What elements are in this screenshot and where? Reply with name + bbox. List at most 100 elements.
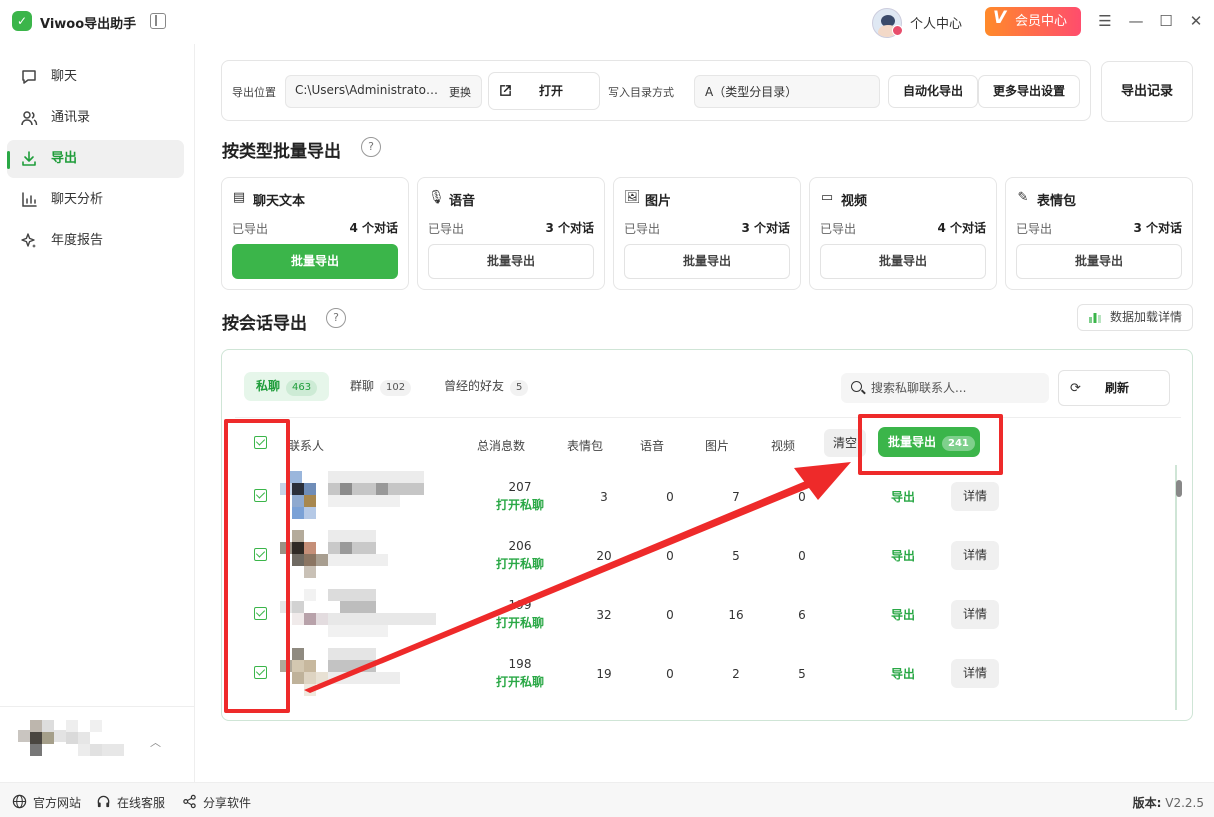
sidebar-item-label: 年度报告 (51, 233, 104, 248)
row-details-button[interactable]: 详情 (951, 600, 999, 629)
magic-wand-icon: ✎ (1017, 190, 1029, 205)
total-messages-value: 199 (508, 598, 532, 612)
card-title: 视频 (841, 194, 868, 209)
export-path-value: C:\Users\Administrator\Documents (295, 83, 440, 97)
more-export-settings-button[interactable]: 更多导出设置 (978, 75, 1080, 108)
refresh-icon: ⟳ (1070, 381, 1081, 396)
external-link-icon (500, 85, 511, 96)
signal-bars-icon (1089, 313, 1101, 323)
tab-private-chat[interactable]: 私聊 463 (244, 372, 330, 401)
batch-export-voice-button[interactable]: 批量导出 (428, 244, 594, 279)
voice-value: 0 (666, 667, 674, 681)
export-row-button[interactable]: 导出 (883, 606, 923, 623)
card-count: 4 个对话 (349, 221, 398, 235)
change-path-button[interactable]: 更换 (449, 84, 471, 100)
card-count: 3 个对话 (741, 221, 790, 235)
official-site-link[interactable]: 官方网站 (33, 794, 81, 811)
contacts-icon (21, 111, 38, 126)
open-chat-link[interactable]: 打开私聊 (490, 496, 550, 513)
chat-bubble-icon (22, 70, 36, 84)
batch-export-text-button[interactable]: 批量导出 (232, 244, 398, 279)
microphone-icon: 🎙 (428, 190, 445, 205)
stickers-value: 19 (596, 667, 612, 681)
tab-label: 群聊 (350, 379, 375, 393)
card-exported-label: 已导出 (624, 222, 661, 236)
download-icon (22, 151, 36, 166)
video-value: 0 (798, 549, 806, 563)
contact-search-input[interactable]: 搜索私聊联系人... (841, 373, 1049, 403)
maximize-icon[interactable]: ☐ (1158, 13, 1174, 29)
row-details-button[interactable]: 详情 (951, 541, 999, 570)
card-count: 4 个对话 (937, 221, 986, 235)
online-service-link[interactable]: 在线客服 (117, 794, 165, 811)
column-total-messages: 总消息数 (477, 439, 526, 453)
column-video: 视频 (771, 439, 796, 453)
tab-count-badge: 463 (286, 380, 318, 396)
user-profile-blurred[interactable] (18, 720, 126, 758)
column-contact: 联系人 (288, 439, 325, 453)
export-row-button[interactable]: 导出 (883, 488, 923, 505)
total-messages-value: 206 (508, 539, 532, 553)
contact-avatar-blurred (280, 589, 440, 637)
version-info: 版本: V2.2.5 (1133, 794, 1204, 811)
total-messages-value: 207 (508, 480, 532, 494)
tab-label: 曾经的好友 (444, 379, 505, 393)
tab-former-friends[interactable]: 曾经的好友 5 (432, 372, 540, 401)
open-chat-link[interactable]: 打开私聊 (490, 555, 550, 572)
help-icon[interactable]: ? (361, 137, 381, 157)
video-value: 5 (798, 667, 806, 681)
tab-group-chat[interactable]: 群聊 102 (338, 372, 423, 401)
images-value: 5 (732, 549, 740, 563)
personal-center-link[interactable]: 个人中心 (910, 13, 962, 32)
minimize-icon[interactable]: — (1128, 13, 1144, 29)
export-row-button[interactable]: 导出 (883, 665, 923, 682)
sidebar-item-label: 聊天分析 (51, 192, 104, 207)
column-stickers: 表情包 (567, 439, 604, 453)
menu-icon[interactable]: ☰ (1097, 13, 1113, 29)
export-record-button[interactable]: 导出记录 (1101, 61, 1193, 122)
chevron-up-icon[interactable]: ︿ (150, 734, 161, 750)
scrollbar-thumb[interactable] (1176, 480, 1182, 497)
video-icon: ▭ (820, 190, 834, 205)
column-voice: 语音 (640, 439, 665, 453)
card-title: 聊天文本 (253, 194, 306, 209)
card-exported-label: 已导出 (232, 222, 269, 236)
scrollbar-track (1175, 465, 1177, 710)
card-title: 表情包 (1037, 194, 1077, 209)
row-details-button[interactable]: 详情 (951, 659, 999, 688)
card-count: 3 个对话 (545, 221, 594, 235)
auto-export-button[interactable]: 自动化导出 (888, 75, 978, 108)
open-chat-link[interactable]: 打开私聊 (490, 614, 550, 631)
headset-icon (97, 795, 110, 808)
version-label: 版本: (1132, 796, 1162, 810)
dir-mode-select[interactable]: A（类型分目录） (694, 75, 880, 108)
tab-count-badge: 102 (380, 380, 412, 396)
batch-export-sticker-button[interactable]: 批量导出 (1016, 244, 1182, 279)
close-icon[interactable]: ✕ (1188, 13, 1204, 29)
voice-value: 0 (666, 549, 674, 563)
row-details-button[interactable]: 详情 (951, 482, 999, 511)
column-images: 图片 (705, 439, 730, 453)
sparkle-icon (21, 233, 36, 248)
card-exported-label: 已导出 (1016, 222, 1053, 236)
share-software-link[interactable]: 分享软件 (203, 794, 251, 811)
search-icon (851, 381, 862, 392)
open-chat-link[interactable]: 打开私聊 (490, 673, 550, 690)
version-number: V2.2.5 (1165, 796, 1204, 810)
active-indicator (7, 151, 10, 169)
images-value: 2 (732, 667, 740, 681)
stickers-value: 20 (596, 549, 612, 563)
text-message-icon: ▤ (232, 190, 246, 205)
avatar-badge-icon (892, 25, 903, 36)
export-row-button[interactable]: 导出 (883, 547, 923, 564)
batch-export-video-button[interactable]: 批量导出 (820, 244, 986, 279)
card-count: 3 个对话 (1133, 221, 1182, 235)
batch-export-image-button[interactable]: 批量导出 (624, 244, 790, 279)
session-export-title: 按会话导出 (222, 314, 307, 334)
annotation-checkbox-highlight (224, 419, 290, 713)
help-icon[interactable]: ? (326, 308, 346, 328)
card-title: 图片 (645, 194, 672, 209)
video-value: 0 (798, 490, 806, 504)
sidebar-collapse-icon[interactable] (150, 13, 166, 29)
total-messages-value: 198 (508, 657, 532, 671)
